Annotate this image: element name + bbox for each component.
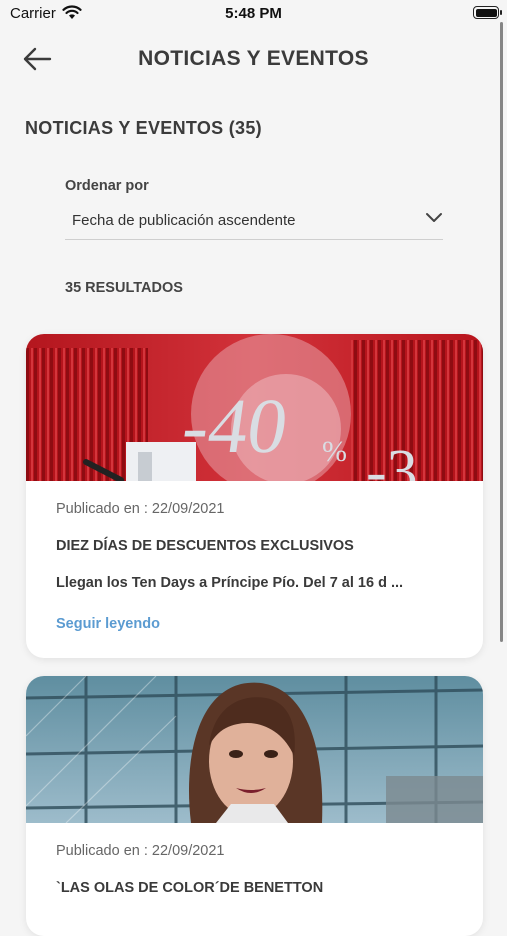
sort-selected-value: Fecha de publicación ascendente	[72, 212, 296, 229]
promo-percent-text: %	[322, 435, 347, 468]
chevron-down-icon	[426, 213, 442, 222]
results-count: 35 RESULTADOS	[65, 280, 183, 296]
news-card[interactable]: Publicado en : 22/09/2021 `LAS OLAS DE C…	[26, 676, 483, 936]
card-published-date: Publicado en : 22/09/2021	[56, 501, 225, 517]
card-image-portrait	[26, 676, 483, 823]
promo-side-text: -3	[366, 438, 418, 481]
scrollbar[interactable]	[500, 22, 503, 642]
card-title: DIEZ DÍAS DE DESCUENTOS EXCLUSIVOS	[56, 538, 354, 554]
news-card[interactable]: -40 % -3 Publicado en : 22/09/2021 DIEZ …	[26, 334, 483, 658]
card-image-promo: -40 % -3	[26, 334, 483, 481]
card-published-date: Publicado en : 22/09/2021	[56, 843, 225, 859]
battery-icon	[473, 6, 502, 19]
page-title: NOTICIAS Y EVENTOS	[138, 47, 369, 70]
promo-discount-text: -40	[177, 382, 293, 469]
status-bar: Carrier 5:48 PM	[0, 0, 507, 28]
sort-label: Ordenar por	[65, 178, 149, 194]
sort-dropdown[interactable]: Fecha de publicación ascendente	[65, 202, 443, 240]
card-title: `LAS OLAS DE COLOR´DE BENETTON	[56, 880, 324, 896]
read-more-link[interactable]: Seguir leyendo	[56, 616, 160, 632]
section-title: NOTICIAS Y EVENTOS (35)	[25, 118, 262, 138]
status-time: 5:48 PM	[225, 5, 282, 22]
card-excerpt: Llegan los Ten Days a Príncipe Pío. Del …	[56, 575, 404, 591]
